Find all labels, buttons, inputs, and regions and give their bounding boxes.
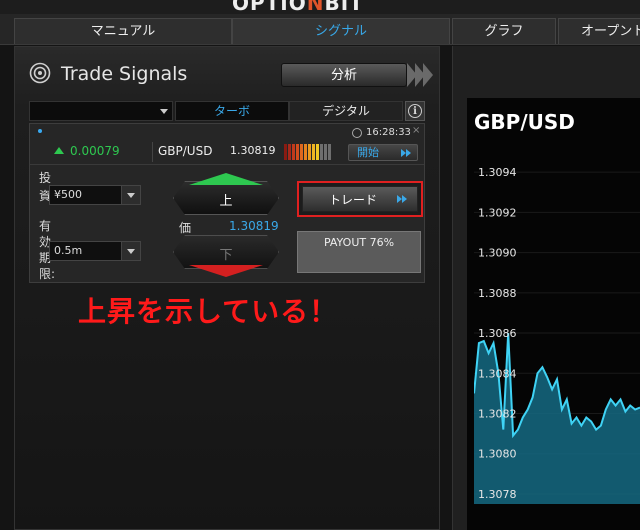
- start-button[interactable]: 開始: [348, 144, 418, 161]
- y-tick-label: 1.3090: [478, 247, 517, 260]
- expiry-label-1: 有: [39, 219, 52, 233]
- brand-logo: OPTIONBIT: [232, 0, 364, 14]
- asset-filter-select[interactable]: [29, 101, 173, 121]
- price-chart: 1.3094 1.3092 1.3090 1.3088 1.3086 1.3084 1.30…: [474, 166, 640, 504]
- arrow-up-icon: [189, 173, 263, 185]
- filter-row: ターボ デジタル i: [29, 101, 425, 121]
- chart-title: GBP/USD: [474, 110, 575, 134]
- analysis-button[interactable]: 分析: [281, 63, 407, 87]
- info-icon[interactable]: i: [405, 101, 425, 121]
- down-button[interactable]: 下: [173, 235, 279, 277]
- chevron-down-icon: [160, 109, 168, 114]
- up-button[interactable]: 上: [173, 173, 279, 215]
- chevron-down-icon: [127, 193, 135, 198]
- panel-title: Trade Signals: [61, 63, 188, 85]
- price-label: 価: [179, 221, 192, 235]
- y-tick-label: 1.3082: [478, 408, 517, 421]
- annotation-text: 上昇を示している！: [78, 295, 339, 328]
- chevron-right-icon: [423, 63, 433, 87]
- payout-box: PAYOUT 76%: [297, 231, 421, 273]
- signal-dot: [38, 129, 42, 133]
- signal-price: 1.30819: [230, 144, 276, 157]
- signal-pair: GBP/USD: [158, 144, 213, 158]
- close-icon[interactable]: ×: [412, 125, 420, 136]
- divider: [152, 142, 153, 162]
- signal-icon: [29, 62, 51, 84]
- expiry-label-4: 限:: [39, 267, 56, 281]
- top-nav: マニュアル シグナル グラフ オープントレ: [0, 14, 640, 45]
- expiry-select[interactable]: 0.5m: [49, 241, 141, 261]
- investment-select[interactable]: ¥500: [49, 185, 141, 205]
- filter-digital[interactable]: デジタル: [289, 101, 403, 121]
- chevron-down-icon: [127, 249, 135, 254]
- y-tick-label: 1.3086: [478, 327, 517, 340]
- signal-change: 0.00079: [70, 144, 120, 158]
- clock-icon: [352, 128, 362, 138]
- y-tick-label: 1.3094: [478, 166, 517, 179]
- signal-time: 16:28:33: [366, 127, 411, 138]
- fast-forward-icon: [406, 149, 411, 157]
- tab-open-trades[interactable]: オープントレ: [558, 18, 640, 44]
- y-tick-label: 1.3080: [478, 448, 517, 461]
- y-tick-label: 1.3078: [478, 488, 517, 501]
- arrow-up-icon: [54, 147, 64, 154]
- y-tick-label: 1.3092: [478, 206, 517, 219]
- tab-manual[interactable]: マニュアル: [14, 18, 232, 44]
- tab-graph[interactable]: グラフ: [452, 18, 556, 44]
- strength-meter: [284, 144, 334, 160]
- logo-strip: OPTIONBIT: [0, 0, 640, 14]
- signal-row: 0.00079 GBP/USD 1.30819 開始: [30, 140, 424, 165]
- tab-signals[interactable]: シグナル: [232, 18, 450, 44]
- arrow-down-icon: [189, 265, 263, 277]
- y-tick-label: 1.3084: [478, 367, 517, 380]
- y-tick-label: 1.3088: [478, 287, 517, 300]
- filter-turbo[interactable]: ターボ: [175, 101, 289, 121]
- investment-label-1: 投: [39, 171, 52, 185]
- fast-forward-icon: [402, 195, 407, 203]
- price-value: 1.30819: [229, 219, 279, 233]
- trade-button[interactable]: トレード: [297, 181, 423, 217]
- signals-panel: Trade Signals 分析 ターボ デジタル i 16:28:33 × 0…: [14, 46, 440, 530]
